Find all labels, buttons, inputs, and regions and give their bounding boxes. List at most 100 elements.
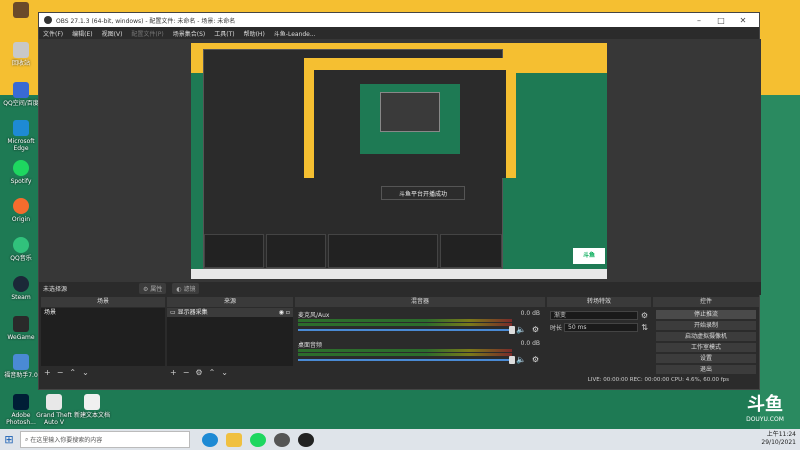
- sources-toolbar: + − ⚙ ⌃ ⌄: [167, 367, 293, 377]
- desktop-icon-photoshop[interactable]: Adobe Photosh...: [2, 394, 40, 426]
- studio-mode-button[interactable]: 工作室模式: [656, 343, 756, 352]
- taskbar: ⊞ ⌕ 在这里输入你要搜索的内容 上午11:24 29/10/2021: [0, 429, 800, 450]
- file-explorer-icon[interactable]: [226, 432, 242, 447]
- desktop-icon-recycle-bin[interactable]: 回收站: [2, 42, 40, 67]
- level-meter: [298, 319, 512, 322]
- close-button[interactable]: ✕: [732, 16, 754, 25]
- visibility-eye-icon[interactable]: ◉ ▫: [279, 308, 290, 317]
- controls-header: 控件: [653, 297, 759, 307]
- preview-canvas[interactable]: 斗鱼平台开播成功 斗鱼: [191, 43, 607, 279]
- filters-label: 滤镜: [183, 286, 196, 293]
- move-up-icon[interactable]: ⌃: [209, 368, 216, 377]
- search-placeholder: 在这里输入你要搜索的内容: [30, 437, 103, 444]
- stop-streaming-button[interactable]: 停止推流: [656, 310, 756, 319]
- settings-button[interactable]: 设置: [656, 354, 756, 363]
- maximize-button[interactable]: □: [710, 16, 732, 25]
- app-icon: [13, 2, 29, 18]
- volume-slider[interactable]: [298, 356, 515, 364]
- filters-button[interactable]: ◐ 滤镜: [172, 283, 200, 294]
- channel-db: 0.0 dB: [520, 340, 540, 347]
- source-toolbar: 未选择源 ⚙ 属性 ◐ 滤镜: [39, 282, 761, 295]
- desktop-icon-qqmusic[interactable]: QQ音乐: [2, 237, 40, 262]
- minimize-button[interactable]: –: [688, 16, 710, 25]
- move-up-icon[interactable]: ⌃: [69, 368, 76, 377]
- nested-preview: [304, 58, 516, 178]
- level-meter: [298, 353, 512, 356]
- desktop-icon-edge[interactable]: Microsoft Edge: [2, 120, 40, 152]
- move-down-icon[interactable]: ⌄: [82, 368, 89, 377]
- gear-icon[interactable]: ⚙: [532, 325, 539, 334]
- mixer-channel-mic: 麦克风/Aux 0.0 dB 🔈 ⚙: [298, 310, 542, 338]
- mixer-body: 麦克风/Aux 0.0 dB 🔈 ⚙ 桌面音频 0.0 dB 🔈 ⚙: [295, 308, 545, 377]
- desktop-icon[interactable]: [2, 2, 40, 20]
- app-icon[interactable]: [298, 432, 314, 447]
- spotify-icon[interactable]: [250, 432, 266, 447]
- desktop-icon-label: QQ音乐: [10, 255, 32, 262]
- sources-dock: 来源 ▭ 显示器采集 ◉ ▫ + − ⚙ ⌃ ⌄: [167, 297, 293, 377]
- speaker-icon[interactable]: 🔈: [516, 355, 526, 364]
- gear-icon[interactable]: ⚙: [532, 355, 539, 364]
- douyu-watermark: 斗鱼 DOUYU.COM: [740, 390, 790, 423]
- desktop-icon-helper[interactable]: 福音助手7.0: [2, 354, 40, 379]
- taskbar-search[interactable]: ⌕ 在这里输入你要搜索的内容: [20, 431, 190, 448]
- sources-header: 来源: [167, 297, 293, 307]
- obs-icon[interactable]: [274, 432, 290, 447]
- add-icon[interactable]: +: [44, 368, 51, 377]
- menu-scene-collection[interactable]: 场景集合(S): [173, 29, 206, 38]
- windows-start-icon[interactable]: ⊞: [0, 433, 18, 446]
- desktop-icon-label: Adobe Photosh...: [6, 412, 36, 426]
- desktop-icon-label: WeGame: [7, 334, 35, 341]
- clock-time: 上午11:24: [766, 431, 796, 438]
- desktop-icon-origin[interactable]: Origin: [2, 198, 40, 223]
- desktop-icon-gta[interactable]: Grand Theft Auto V: [36, 394, 72, 426]
- transition-type-row: 渐变 ⚙: [550, 310, 648, 320]
- sources-list: ▭ 显示器采集 ◉ ▫: [167, 308, 293, 366]
- properties-button[interactable]: ⚙ 属性: [139, 283, 167, 294]
- system-tray[interactable]: 上午11:24 29/10/2021: [761, 431, 796, 447]
- properties-label: 属性: [150, 286, 163, 293]
- menu-douyu-plugin[interactable]: 斗鱼-Leande...: [274, 29, 316, 38]
- volume-slider[interactable]: [298, 326, 515, 334]
- scene-item[interactable]: 场景: [41, 308, 165, 317]
- stepper-icon[interactable]: ⇅: [641, 323, 648, 332]
- source-item[interactable]: ▭ 显示器采集 ◉ ▫: [167, 308, 293, 317]
- menu-file[interactable]: 文件(F): [43, 29, 63, 38]
- gear-icon[interactable]: ⚙: [641, 311, 648, 320]
- transitions-dock: 转场特效 渐变 ⚙ 时长 50 ms ⇅: [547, 297, 651, 377]
- desktop-icon-qq[interactable]: QQ空间/百度: [2, 82, 40, 107]
- desktop-icon-wegame[interactable]: WeGame: [2, 316, 40, 341]
- speaker-icon[interactable]: 🔈: [516, 325, 526, 334]
- move-down-icon[interactable]: ⌄: [221, 368, 228, 377]
- mixer-dock: 混音器 麦克风/Aux 0.0 dB 🔈 ⚙ 桌面音频 0.0 dB 🔈 ⚙: [295, 297, 545, 377]
- remove-icon[interactable]: −: [57, 368, 64, 377]
- virtual-camera-button[interactable]: 启动虚拟摄像机: [656, 332, 756, 341]
- add-icon[interactable]: +: [170, 368, 177, 377]
- status-bar: LIVE: 00:00:00 REC: 00:00:00 CPU: 4.6%, …: [587, 377, 729, 383]
- remove-icon[interactable]: −: [183, 368, 190, 377]
- nested-obs-window: [203, 49, 516, 269]
- desktop-icon-steam[interactable]: Steam: [2, 276, 40, 301]
- file-icon: [46, 394, 62, 410]
- transition-select[interactable]: 渐变: [550, 310, 638, 320]
- desktop-icon-spotify[interactable]: Spotify: [2, 160, 40, 185]
- edge-icon[interactable]: [202, 432, 218, 447]
- transitions-body: 渐变 ⚙ 时长 50 ms ⇅: [547, 308, 651, 377]
- duration-input[interactable]: 50 ms: [564, 322, 639, 332]
- menu-edit[interactable]: 编辑(E): [72, 29, 92, 38]
- douyu-logo: 斗鱼: [747, 394, 783, 415]
- desktop-icon-label: Microsoft Edge: [7, 138, 35, 152]
- desktop-icon-textfile[interactable]: 新建文本文档: [74, 394, 110, 419]
- helper-icon: [13, 354, 29, 370]
- exit-button[interactable]: 退出: [656, 365, 756, 374]
- stream-success-toast: 斗鱼平台开播成功: [381, 186, 465, 200]
- desktop-icon-label: Spotify: [10, 178, 32, 185]
- start-recording-button[interactable]: 开始录制: [656, 321, 756, 330]
- gear-icon[interactable]: ⚙: [195, 368, 202, 377]
- desktop-icon-label: 福音助手7.0: [4, 372, 38, 379]
- menu-view[interactable]: 视图(V): [102, 29, 123, 38]
- scenes-dock: 场景 场景 + − ⌃ ⌄: [41, 297, 165, 377]
- menu-help[interactable]: 帮助(H): [244, 29, 265, 38]
- menu-profile[interactable]: 配置文件(P): [131, 29, 163, 38]
- monitor-icon: ▭: [170, 309, 178, 316]
- menu-tools[interactable]: 工具(T): [214, 29, 234, 38]
